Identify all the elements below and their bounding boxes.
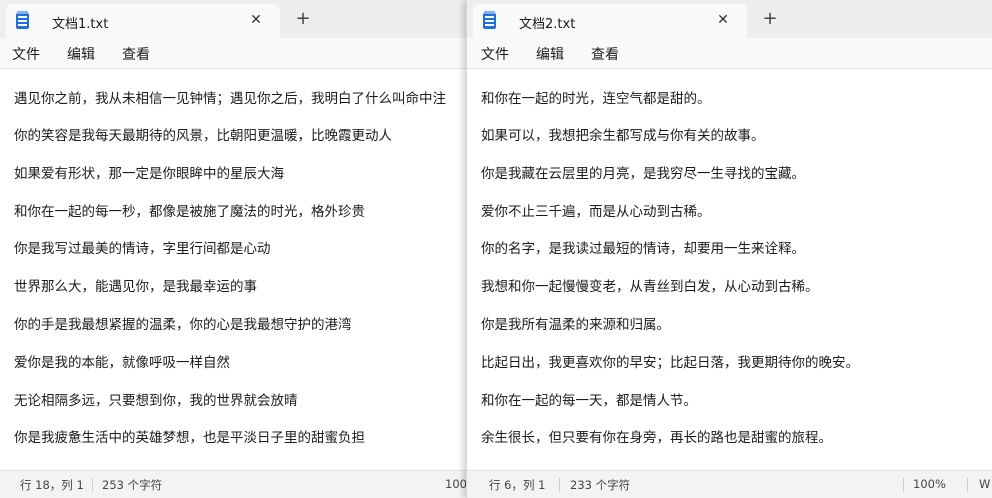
text-line: 比起日出，我更喜欢你的早安；比起日落，我更期待你的晚安。	[481, 355, 859, 371]
zoom-level[interactable]: 100	[445, 477, 467, 491]
text-line: 遇见你之前，我从未相信一见钟情；遇见你之后，我明白了什么叫命中注	[14, 91, 446, 107]
status-divider	[903, 478, 904, 492]
status-divider	[559, 478, 560, 492]
text-line: 你是我疲惫生活中的英雄梦想，也是平淡日子里的甜蜜负担	[14, 430, 365, 446]
text-line: 世界那么大，能遇见你，是我最幸运的事	[14, 279, 257, 295]
new-tab-button[interactable]: +	[759, 9, 781, 31]
notepad-window-1: 文档1.txt ✕ + 文件 编辑 查看 遇见你之前，我从未相信一见钟情；遇见你…	[0, 0, 470, 498]
character-count: 253 个字符	[102, 478, 163, 492]
title-bar: 文档2.txt ✕ +	[467, 0, 992, 38]
menu-file[interactable]: 文件	[12, 44, 40, 64]
cursor-position: 行 18，列 1	[20, 478, 84, 492]
text-line: 和你在一起的每一天，都是情人节。	[481, 393, 697, 409]
text-line: 爱你是我的本能，就像呼吸一样自然	[14, 355, 230, 371]
text-line: 如果爱有形状，那一定是你眼眸中的星辰大海	[14, 166, 284, 182]
text-line: 你是我藏在云层里的月亮，是我穷尽一生寻找的宝藏。	[481, 166, 805, 182]
text-line: 如果可以，我想把余生都写成与你有关的故事。	[481, 128, 765, 144]
menu-bar: 文件 编辑 查看	[0, 38, 470, 69]
close-tab-icon[interactable]: ✕	[246, 10, 266, 30]
tab-document-1[interactable]: 文档1.txt ✕	[6, 4, 280, 38]
notepad-icon	[483, 11, 496, 29]
notepad-icon	[16, 11, 29, 29]
encoding-indicator[interactable]: W	[979, 477, 990, 491]
text-editor[interactable]: 遇见你之前，我从未相信一见钟情；遇见你之后，我明白了什么叫命中注 你的笑容是我每…	[0, 69, 470, 471]
menu-view[interactable]: 查看	[122, 44, 150, 64]
zoom-level[interactable]: 100%	[913, 477, 946, 491]
cursor-position: 行 6，列 1	[489, 478, 546, 492]
menu-edit[interactable]: 编辑	[536, 44, 564, 64]
text-line: 我想和你一起慢慢变老，从青丝到白发，从心动到古稀。	[481, 279, 819, 295]
text-line: 你的手是我最想紧握的温柔，你的心是我最想守护的港湾	[14, 317, 352, 333]
menu-bar: 文件 编辑 查看	[467, 38, 992, 69]
text-line: 你的笑容是我每天最期待的风景，比朝阳更温暖，比晚霞更动人	[14, 128, 392, 144]
menu-view[interactable]: 查看	[591, 44, 619, 64]
tab-title: 文档2.txt	[519, 17, 576, 32]
menu-edit[interactable]: 编辑	[67, 44, 95, 64]
text-line: 你的名字，是我读过最短的情诗，却要用一生来诠释。	[481, 241, 805, 257]
text-line: 余生很长，但只要有你在身旁，再长的路也是甜蜜的旅程。	[481, 430, 832, 446]
status-bar: 行 6，列 1 233 个字符 100% W	[467, 470, 992, 498]
text-line: 爱你不止三千遍，而是从心动到古稀。	[481, 204, 711, 220]
status-bar: 行 18，列 1 253 个字符 100	[0, 470, 470, 498]
new-tab-button[interactable]: +	[292, 9, 314, 31]
tab-title: 文档1.txt	[52, 17, 109, 32]
text-editor[interactable]: 和你在一起的时光，连空气都是甜的。 如果可以，我想把余生都写成与你有关的故事。 …	[467, 69, 992, 471]
text-line: 和你在一起的时光，连空气都是甜的。	[481, 91, 711, 107]
status-divider	[92, 478, 93, 492]
notepad-window-2: 文档2.txt ✕ + 文件 编辑 查看 和你在一起的时光，连空气都是甜的。 如…	[466, 0, 992, 498]
text-line: 你是我写过最美的情诗，字里行间都是心动	[14, 241, 271, 257]
text-line: 无论相隔多远，只要想到你，我的世界就会放晴	[14, 393, 298, 409]
tab-document-2[interactable]: 文档2.txt ✕	[473, 4, 747, 38]
status-divider	[967, 478, 968, 492]
close-tab-icon[interactable]: ✕	[713, 10, 733, 30]
text-line: 你是我所有温柔的来源和归属。	[481, 317, 670, 333]
text-line: 和你在一起的每一秒，都像是被施了魔法的时光，格外珍贵	[14, 204, 365, 220]
menu-file[interactable]: 文件	[481, 44, 509, 64]
title-bar: 文档1.txt ✕ +	[0, 0, 470, 38]
character-count: 233 个字符	[570, 478, 631, 492]
